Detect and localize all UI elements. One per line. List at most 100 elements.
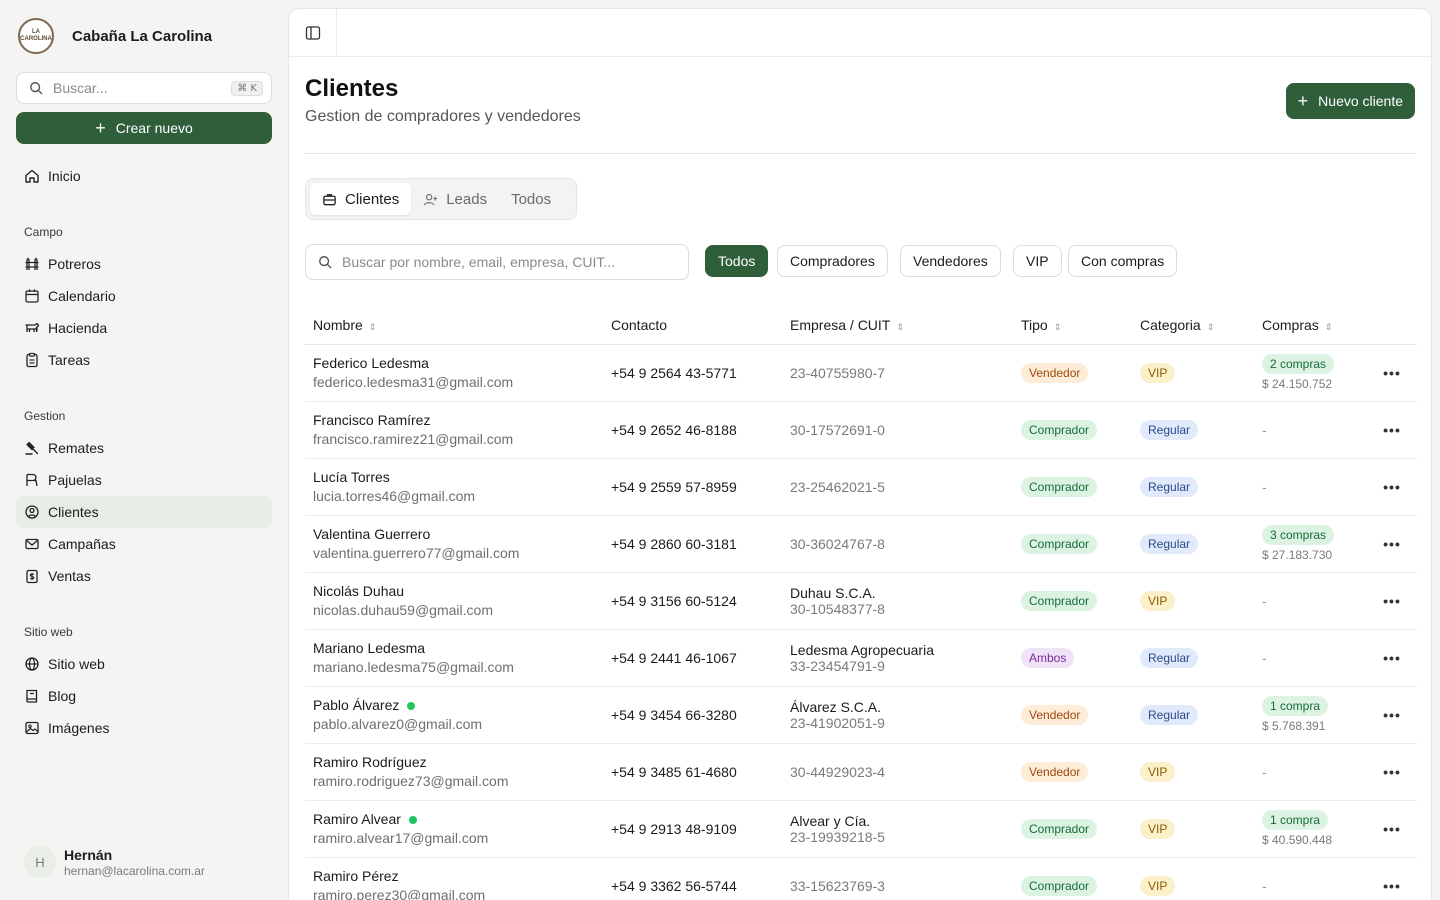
table-search-input[interactable]: Buscar por nombre, email, empresa, CUIT.… — [305, 244, 689, 280]
filter-chip-todos[interactable]: Todos — [705, 245, 769, 277]
user-email: hernan@lacarolina.com.ar — [64, 863, 205, 878]
sidebar-section-gestion: Gestion — [24, 409, 66, 423]
client-name[interactable]: Mariano Ledesma — [313, 640, 425, 656]
cell-contacto: +54 9 3156 60-5124 — [603, 572, 782, 630]
row-actions-button[interactable]: ••• — [1367, 857, 1417, 900]
cell-tipo: Comprador — [1013, 800, 1132, 858]
column-header-compras[interactable]: Compras ⇕ — [1254, 307, 1367, 345]
table-row[interactable]: Lucía Torres lucia.torres46@gmail.com +5… — [305, 458, 1417, 516]
filter-chip-vip[interactable]: VIP — [1013, 245, 1062, 277]
table-row[interactable]: Mariano Ledesma mariano.ledesma75@gmail.… — [305, 629, 1417, 687]
sidebar-item-label: Pajuelas — [48, 472, 102, 488]
clients-table: Nombre ⇕ Contacto Empresa / CUIT ⇕ Tipo ⇕ C… — [305, 307, 1417, 900]
client-name[interactable]: Francisco Ramírez — [313, 412, 430, 428]
client-name[interactable]: Ramiro Alvear — [313, 811, 401, 827]
column-header-empresa[interactable]: Empresa / CUIT ⇕ — [782, 307, 1013, 345]
sidebar-item-pajuelas[interactable]: Pajuelas — [16, 464, 272, 496]
client-phone: +54 9 2860 60-3181 — [611, 535, 737, 552]
client-name[interactable]: Federico Ledesma — [313, 355, 429, 371]
sidebar-item-inicio[interactable]: Inicio — [16, 160, 272, 192]
filter-chip-vendedores[interactable]: Vendedores — [900, 245, 1001, 277]
client-name[interactable]: Valentina Guerrero — [313, 526, 430, 542]
cell-nombre: Mariano Ledesma mariano.ledesma75@gmail.… — [305, 629, 603, 687]
cell-empresa: Álvarez S.C.A. 23-41902051-9 — [782, 686, 1013, 744]
purchases-badge: 3 compras — [1262, 525, 1335, 545]
cell-nombre: Federico Ledesma federico.ledesma31@gmai… — [305, 344, 603, 402]
sidebar-item-campanas[interactable]: Campañas — [16, 528, 272, 560]
row-actions-button[interactable]: ••• — [1367, 515, 1417, 573]
sidebar-item-sitio-web[interactable]: Sitio web — [16, 648, 272, 680]
sidebar-toggle-button[interactable] — [289, 9, 337, 56]
sidebar-item-imagenes[interactable]: Imágenes — [16, 712, 272, 744]
row-actions-button[interactable]: ••• — [1367, 572, 1417, 630]
cell-categoria: Regular — [1132, 515, 1254, 573]
row-actions-button[interactable]: ••• — [1367, 401, 1417, 459]
row-actions-button[interactable]: ••• — [1367, 458, 1417, 516]
cell-categoria: VIP — [1132, 572, 1254, 630]
sidebar-item-calendario[interactable]: Calendario — [16, 280, 272, 312]
table-row[interactable]: Ramiro Alvear ramiro.alvear17@gmail.com … — [305, 800, 1417, 858]
sidebar-item-ventas[interactable]: Ventas — [16, 560, 272, 592]
cell-contacto: +54 9 2913 48-9109 — [603, 800, 782, 858]
row-actions-button[interactable]: ••• — [1367, 800, 1417, 858]
client-name[interactable]: Nicolás Duhau — [313, 583, 404, 599]
row-actions-button[interactable]: ••• — [1367, 743, 1417, 801]
cell-contacto: +54 9 2564 43-5771 — [603, 344, 782, 402]
sidebar-item-label: Potreros — [48, 256, 101, 272]
cell-compras: 2 compras $ 24.150.752 — [1254, 344, 1367, 402]
table-row[interactable]: Pablo Álvarez pablo.alvarez0@gmail.com +… — [305, 686, 1417, 744]
purchases-empty: - — [1262, 763, 1267, 780]
client-name[interactable]: Ramiro Rodríguez — [313, 754, 427, 770]
online-status-dot — [407, 702, 416, 711]
tab-todos[interactable]: Todos — [499, 183, 563, 215]
create-new-button[interactable]: + Crear nuevo — [16, 112, 272, 144]
client-phone: +54 9 3485 61-4680 — [611, 763, 737, 780]
new-client-button[interactable]: + Nuevo cliente — [1285, 83, 1415, 119]
column-header-categoria[interactable]: Categoria ⇕ — [1132, 307, 1254, 345]
purchases-badge: 1 compra — [1262, 810, 1329, 830]
sidebar-item-hacienda[interactable]: Hacienda — [16, 312, 272, 344]
tab-clientes[interactable]: Clientes — [310, 183, 412, 215]
table-row[interactable]: Ramiro Pérez ramiro.perez30@gmail.com +5… — [305, 857, 1417, 900]
client-name[interactable]: Pablo Álvarez — [313, 697, 399, 713]
row-actions-button[interactable]: ••• — [1367, 629, 1417, 687]
table-row[interactable]: Federico Ledesma federico.ledesma31@gmai… — [305, 344, 1417, 402]
row-actions-button[interactable]: ••• — [1367, 686, 1417, 744]
sidebar-search[interactable]: Buscar... ⌘ K — [16, 72, 272, 104]
brand[interactable]: LA CAROLINA Cabaña La Carolina — [16, 0, 272, 72]
client-name[interactable]: Lucía Torres — [313, 469, 390, 485]
client-name-line: Francisco Ramírez — [313, 412, 595, 428]
sidebar-item-blog[interactable]: Blog — [16, 680, 272, 712]
category-badge: VIP — [1140, 818, 1176, 839]
filter-chip-con-compras[interactable]: Con compras — [1068, 245, 1178, 277]
filter-chip-compradores[interactable]: Compradores — [777, 245, 888, 277]
sidebar-item-label: Calendario — [48, 288, 116, 304]
tab-leads[interactable]: Leads — [411, 183, 499, 215]
user-menu[interactable]: H Hernán hernan@lacarolina.com.ar — [24, 846, 205, 878]
search-icon — [319, 256, 332, 269]
tab-label: Todos — [511, 190, 552, 208]
category-badge: VIP — [1140, 362, 1176, 383]
row-actions-button[interactable]: ••• — [1367, 344, 1417, 402]
cell-contacto: +54 9 2860 60-3181 — [603, 515, 782, 573]
sidebar-item-clientes[interactable]: Clientes — [16, 496, 272, 528]
more-horizontal-icon: ••• — [1383, 763, 1401, 780]
table-row[interactable]: Ramiro Rodríguez ramiro.rodriguez73@gmai… — [305, 743, 1417, 801]
sort-icon: ⇕ — [1206, 322, 1215, 333]
column-header-nombre[interactable]: Nombre ⇕ — [305, 307, 603, 345]
table-row[interactable]: Valentina Guerrero valentina.guerrero77@… — [305, 515, 1417, 573]
sidebar-item-label: Ventas — [48, 568, 91, 584]
client-email: pablo.alvarez0@gmail.com — [313, 716, 483, 732]
sidebar-item-potreros[interactable]: Potreros — [16, 248, 272, 280]
sidebar-section-sitio-web: Sitio web — [24, 625, 73, 639]
more-horizontal-icon: ••• — [1383, 421, 1401, 438]
client-phone: +54 9 2564 43-5771 — [611, 364, 737, 381]
sidebar-item-remates[interactable]: Remates — [16, 432, 272, 464]
category-badge: Regular — [1140, 704, 1199, 725]
table-row[interactable]: Francisco Ramírez francisco.ramirez21@gm… — [305, 401, 1417, 459]
sidebar-item-tareas[interactable]: Tareas — [16, 344, 272, 376]
table-row[interactable]: Nicolás Duhau nicolas.duhau59@gmail.com … — [305, 572, 1417, 630]
client-name[interactable]: Ramiro Pérez — [313, 868, 399, 884]
column-header-tipo[interactable]: Tipo ⇕ — [1013, 307, 1132, 345]
client-cuit: 23-25462021-5 — [790, 478, 885, 495]
